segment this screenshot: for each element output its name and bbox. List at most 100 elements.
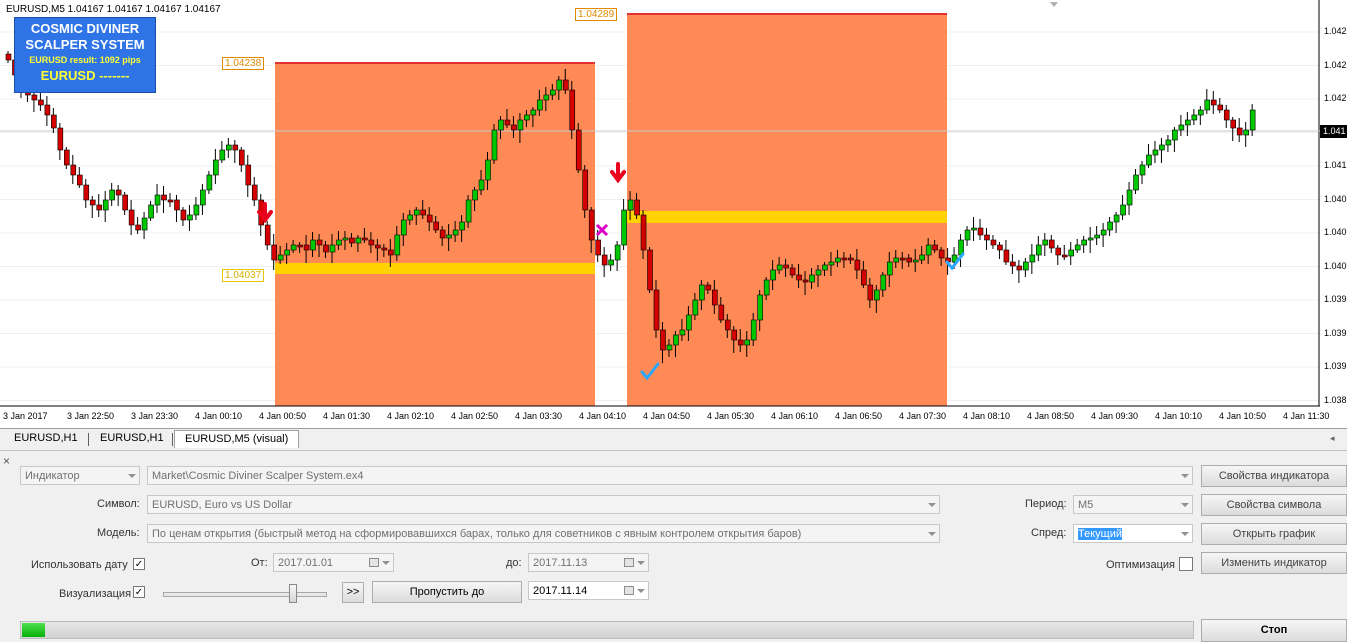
time-axis-tick: 4 Jan 09:30: [1091, 411, 1139, 421]
scroll-marker-icon: [1050, 2, 1058, 7]
indicator-path-select[interactable]: Market\Cosmic Diviner Scalper System.ex4: [147, 466, 1193, 485]
info-title-2: SCALPER SYSTEM: [25, 37, 145, 52]
bearish-candle: [841, 257, 848, 261]
symbol-properties-button[interactable]: Свойства символа: [1201, 494, 1347, 516]
calendar-icon[interactable]: [369, 558, 379, 567]
bullish-candle: [550, 89, 556, 96]
time-axis-tick: 4 Jan 03:30: [515, 411, 563, 421]
bullish-candle: [1178, 124, 1185, 131]
bullish-candle: [1172, 129, 1178, 141]
bullish-candle: [517, 119, 524, 131]
to-date-value: 2017.11.13: [533, 557, 588, 569]
bearish-candle: [737, 339, 744, 346]
bullish-candle: [1133, 174, 1139, 191]
chart-canvas[interactable]: [0, 0, 1320, 428]
bullish-candle: [213, 159, 219, 176]
price-chart[interactable]: EURUSD,M5 1.04167 1.04167 1.04167 1.0416…: [0, 0, 1347, 428]
bearish-candle: [96, 204, 103, 211]
open-chart-button[interactable]: Открыть график: [1201, 523, 1347, 545]
bullish-candle: [666, 344, 673, 351]
bullish-candle: [822, 264, 828, 271]
bearish-candle: [861, 269, 867, 286]
bullish-candle: [543, 94, 550, 101]
bullish-candle: [1152, 149, 1159, 156]
from-date-field[interactable]: 2017.01.01: [273, 553, 394, 572]
bearish-candle: [316, 239, 323, 246]
bullish-candle: [835, 257, 841, 263]
bearish-candle: [899, 257, 906, 261]
model-select[interactable]: По ценам открытия (быстрый метод на сфор…: [147, 524, 940, 543]
indicator-properties-button[interactable]: Свойства индикатора: [1201, 465, 1347, 487]
bullish-candle: [1023, 261, 1029, 271]
bearish-candle: [433, 221, 439, 231]
visualization-checkbox[interactable]: ✓: [133, 586, 145, 598]
bearish-candle: [31, 94, 38, 101]
signal-zone-1: [275, 63, 595, 406]
bearish-candle: [1010, 261, 1016, 267]
bearish-candle: [789, 267, 796, 276]
bearish-candle: [938, 249, 945, 259]
calendar-icon[interactable]: [624, 558, 634, 567]
progress-fill: [22, 623, 45, 637]
bullish-candle: [1081, 239, 1087, 246]
period-value: M5: [1078, 499, 1094, 511]
period-select[interactable]: M5: [1073, 495, 1193, 514]
tab-eurusd-h1-2[interactable]: EURUSD,H1: [100, 432, 164, 444]
level-band-1: [275, 263, 595, 274]
visualization-speed-slider[interactable]: [163, 592, 327, 597]
tester-type-select[interactable]: Индикатор: [20, 466, 140, 485]
optimization-label: Оптимизация: [1106, 559, 1175, 571]
to-date-field[interactable]: 2017.11.13: [528, 553, 649, 572]
tab-separator: [88, 433, 89, 446]
bullish-candle: [1068, 249, 1075, 257]
skip-to-button[interactable]: Пропустить до: [372, 581, 522, 603]
bullish-candle: [893, 257, 900, 263]
bearish-candle: [997, 244, 1003, 251]
spread-label: Спред:: [1031, 527, 1067, 539]
optimization-checkbox[interactable]: [1179, 557, 1193, 571]
bullish-candle: [154, 194, 161, 206]
bearish-candle: [426, 214, 433, 223]
price-tag-level: 1.04037: [222, 269, 265, 282]
bearish-candle: [264, 224, 271, 246]
chevron-down-icon: [1181, 474, 1189, 478]
bearish-candle: [180, 209, 187, 221]
bearish-candle: [128, 209, 135, 226]
skip-to-date-field[interactable]: 2017.11.14: [528, 581, 649, 600]
symbol-select[interactable]: EURUSD, Euro vs US Dollar: [147, 495, 940, 514]
bearish-candle: [1016, 265, 1023, 271]
spread-select[interactable]: Текущий: [1073, 524, 1193, 543]
tab-eurusd-m5-visual[interactable]: EURUSD,M5 (visual): [174, 430, 300, 448]
price-axis-tick: 1.039: [1324, 361, 1347, 371]
bullish-candle: [1243, 129, 1249, 136]
bullish-candle: [537, 99, 543, 111]
bullish-candle: [472, 189, 478, 201]
bullish-candle: [627, 199, 634, 211]
close-panel-icon[interactable]: ×: [3, 454, 10, 468]
bearish-candle: [64, 149, 70, 166]
change-indicator-button[interactable]: Изменить индикатор: [1201, 552, 1347, 574]
time-axis-tick: 4 Jan 04:50: [643, 411, 691, 421]
bearish-candle: [705, 284, 712, 291]
slider-handle[interactable]: [289, 584, 297, 603]
spread-value: Текущий: [1078, 528, 1122, 540]
bullish-candle: [206, 174, 213, 191]
calendar-icon[interactable]: [624, 586, 634, 595]
stop-button[interactable]: Стоп: [1201, 619, 1347, 642]
bearish-candle: [375, 244, 381, 249]
fast-forward-button[interactable]: >>: [342, 582, 364, 603]
tab-eurusd-h1-1[interactable]: EURUSD,H1: [14, 432, 78, 444]
bullish-candle: [828, 261, 835, 266]
bullish-candle: [809, 274, 815, 283]
bullish-candle: [925, 244, 932, 256]
price-axis-tick: 1.042: [1324, 26, 1347, 36]
bearish-candle: [647, 249, 653, 291]
use-date-checkbox[interactable]: ✓: [133, 558, 145, 570]
time-axis-tick: 4 Jan 07:30: [899, 411, 947, 421]
price-axis-tick: 1.041: [1324, 160, 1347, 170]
tabs-scroll-left-icon[interactable]: ◂: [1330, 433, 1335, 444]
bullish-candle: [1074, 244, 1081, 251]
bearish-candle: [796, 274, 802, 281]
time-axis-tick: 4 Jan 04:10: [579, 411, 627, 421]
bearish-candle: [1003, 249, 1010, 263]
